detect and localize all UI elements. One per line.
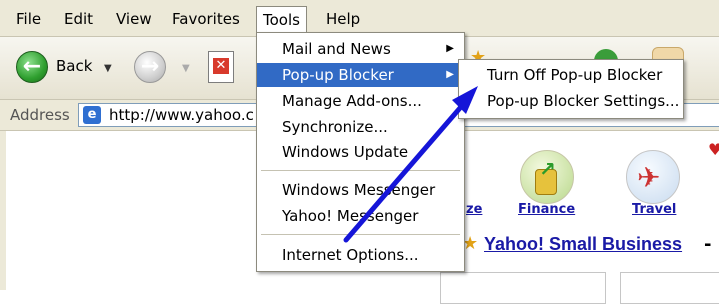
content-box-right: [620, 272, 719, 304]
submenu-arrow-icon: ▶: [446, 69, 454, 80]
finance-icon[interactable]: ↗: [520, 150, 574, 204]
travel-link[interactable]: Travel: [632, 202, 676, 217]
small-business-dash: -: [704, 234, 712, 255]
menu-favorites[interactable]: Favorites: [166, 8, 246, 30]
tools-item-manage-addons[interactable]: Manage Add-ons...: [257, 89, 464, 113]
partial-red-icon: ♥: [708, 140, 719, 159]
submenu-turn-off-popup-blocker[interactable]: Turn Off Pop-up Blocker: [459, 63, 683, 87]
finance-link[interactable]: Finance: [518, 202, 575, 217]
menu-file[interactable]: File: [10, 8, 47, 30]
menu-help[interactable]: Help: [320, 8, 366, 30]
back-button-label[interactable]: Back: [56, 57, 92, 75]
popup-blocker-submenu: Turn Off Pop-up Blocker Pop-up Blocker S…: [458, 59, 684, 119]
tools-item-yahoo-messenger[interactable]: Yahoo! Messenger: [257, 204, 464, 228]
back-arrow-icon[interactable]: ←: [16, 51, 48, 83]
tools-item-windows-update[interactable]: Windows Update: [257, 140, 464, 164]
submenu-arrow-icon: ▶: [446, 43, 454, 54]
back-dropdown-icon[interactable]: ▼: [104, 63, 112, 74]
stop-icon[interactable]: ✕: [208, 51, 234, 83]
tools-item-synchronize[interactable]: Synchronize...: [257, 115, 464, 139]
menu-view[interactable]: View: [110, 8, 158, 30]
submenu-popup-blocker-settings[interactable]: Pop-up Blocker Settings...: [459, 89, 683, 113]
tools-item-mail-and-news[interactable]: Mail and News ▶: [257, 37, 464, 61]
partial-link[interactable]: ze: [466, 202, 482, 217]
tools-item-internet-options[interactable]: Internet Options...: [257, 243, 464, 267]
menu-separator: [261, 234, 460, 235]
menu-separator: [261, 170, 460, 171]
small-business-link[interactable]: Yahoo! Small Business: [484, 234, 682, 255]
address-text: http://www.yahoo.c: [109, 106, 254, 124]
forward-arrow-icon[interactable]: →: [134, 51, 166, 83]
left-frame: [0, 131, 6, 290]
menu-tools[interactable]: Tools: [256, 6, 307, 33]
travel-icon[interactable]: ✈: [626, 150, 680, 204]
tools-item-popup-blocker[interactable]: Pop-up Blocker ▶: [257, 63, 464, 87]
menu-edit[interactable]: Edit: [58, 8, 99, 30]
forward-dropdown-icon[interactable]: ▼: [182, 63, 190, 74]
content-box-left: [440, 272, 606, 304]
tools-item-windows-messenger[interactable]: Windows Messenger: [257, 178, 464, 202]
tools-menu: Mail and News ▶ Pop-up Blocker ▶ Manage …: [256, 32, 465, 272]
ie-page-icon: e: [83, 106, 101, 124]
address-label: Address: [10, 106, 70, 124]
